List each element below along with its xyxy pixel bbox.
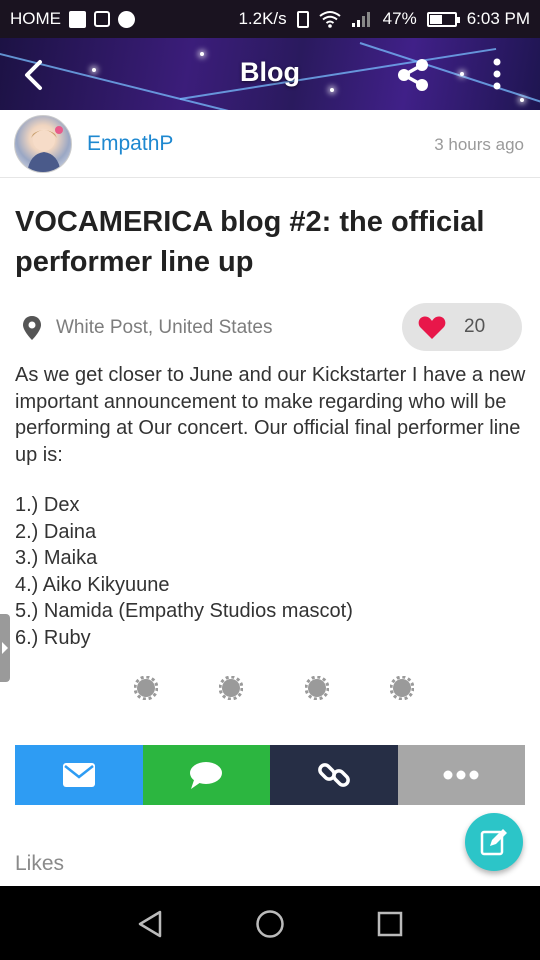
list-item: 4.) Aiko Kikyuune	[15, 573, 170, 596]
list-item: 6.) Ruby	[15, 626, 91, 649]
signal-icon	[351, 12, 370, 27]
nav-home-icon[interactable]	[255, 909, 285, 939]
avatar-image	[27, 126, 63, 172]
more-horiz-icon	[443, 770, 479, 780]
link-icon	[317, 763, 350, 787]
battery-percent: 47%	[382, 9, 417, 28]
divider	[134, 676, 414, 704]
nav-recent-icon[interactable]	[377, 911, 403, 937]
like-button[interactable]: 20	[402, 303, 522, 351]
wifi-icon	[319, 11, 341, 28]
compose-button[interactable]	[465, 813, 523, 871]
network-speed: 1.2K/s	[238, 9, 287, 28]
list-item: 3.) Maika	[15, 547, 98, 569]
list-item: 2.) Daina	[15, 520, 97, 543]
post-body: As we get closer to June and our Kicksta…	[15, 364, 526, 466]
post-timestamp: 3 hours ago	[434, 135, 524, 154]
messenger-icon	[118, 10, 135, 28]
image-icon	[94, 11, 110, 27]
post-location[interactable]: White Post, United States	[22, 315, 273, 341]
app-header: Blog	[0, 38, 540, 110]
avatar[interactable]	[14, 115, 72, 173]
nav-back-icon[interactable]	[137, 910, 163, 938]
vibrate-icon	[296, 10, 309, 28]
more-vert-icon[interactable]	[485, 56, 509, 92]
gear-icon	[389, 676, 414, 700]
chat-icon	[190, 762, 223, 789]
gear-icon	[134, 676, 158, 700]
author-row: EmpathP 3 hours ago	[0, 110, 540, 178]
performer-list: 1.) Dex 2.) Daina 3.) Maika 4.) Aiko Kik…	[15, 492, 530, 651]
status-bar: HOME 1.2K/s 47% 6:03 PM	[0, 0, 540, 38]
battery-icon	[426, 11, 460, 27]
edit-icon	[480, 829, 507, 856]
list-item: 5.) Namida (Empathy Studios mascot)	[15, 600, 353, 622]
share-link-button[interactable]	[270, 745, 398, 805]
share-icon[interactable]	[395, 58, 431, 92]
like-count: 20	[464, 316, 486, 337]
likes-section-heading: Likes	[15, 852, 65, 875]
location-pin-icon	[23, 316, 41, 340]
list-item: 1.) Dex	[15, 494, 80, 516]
share-more-button[interactable]	[397, 745, 525, 805]
share-bar	[15, 745, 525, 805]
page-title: Blog	[240, 57, 300, 87]
location-label: White Post, United States	[56, 317, 273, 338]
clock: 6:03 PM	[466, 9, 530, 28]
system-nav-bar	[0, 886, 540, 960]
email-icon	[62, 763, 95, 787]
share-email-button[interactable]	[15, 745, 143, 805]
facebook-icon	[69, 10, 86, 28]
carrier-label: HOME	[10, 9, 61, 28]
side-drawer-handle[interactable]	[0, 614, 10, 682]
author-name[interactable]: EmpathP	[87, 132, 173, 156]
share-chat-button[interactable]	[142, 745, 270, 805]
post-title: VOCAMERICA blog #2: the official perform…	[15, 206, 485, 278]
gear-icon	[219, 676, 244, 700]
heart-icon	[418, 315, 446, 339]
gear-icon	[304, 676, 329, 700]
